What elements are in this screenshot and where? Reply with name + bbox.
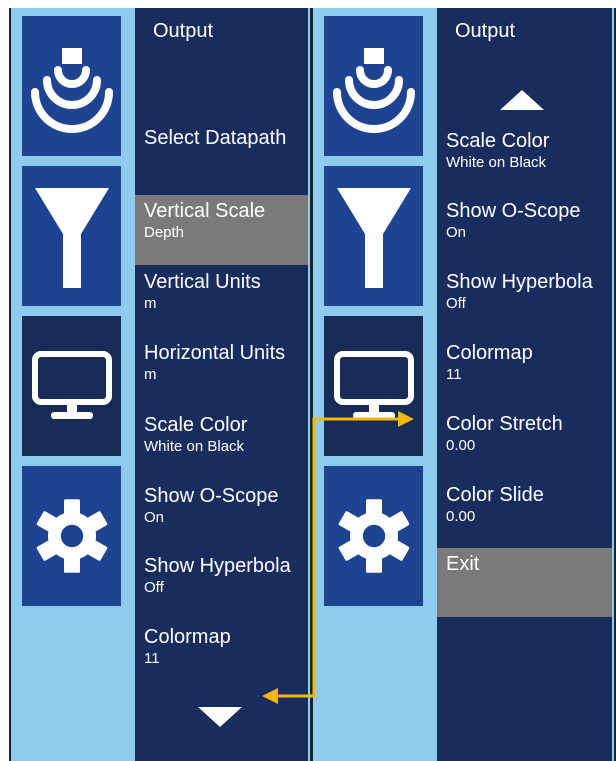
- menu-item-show-hyperbola[interactable]: Show Hyperbola Off: [135, 554, 308, 604]
- sidebar-tab-output[interactable]: [324, 316, 423, 456]
- menu-panel-left: Output Select Datapath Vertical Scale De…: [9, 8, 312, 761]
- antenna-waves-icon: [29, 36, 115, 136]
- sidebar-tab-acquisition[interactable]: [22, 16, 121, 156]
- filter-funnel-icon: [29, 176, 115, 296]
- menu-list-left: Output Select Datapath Vertical Scale De…: [135, 8, 308, 761]
- antenna-waves-icon: [331, 36, 417, 136]
- menu-item-vertical-units[interactable]: Vertical Units m: [135, 270, 308, 320]
- menu-item-show-o-scope[interactable]: Show O-Scope On: [437, 199, 612, 249]
- filter-funnel-icon: [331, 176, 417, 296]
- sidebar-tab-output[interactable]: [22, 316, 121, 456]
- monitor-icon: [27, 346, 117, 426]
- sidebar-tab-settings[interactable]: [324, 466, 423, 606]
- menu-panel-right: Output Scale Color White on Black Show O…: [311, 8, 616, 761]
- sidebar-tab-settings[interactable]: [22, 466, 121, 606]
- menu-item-scale-color[interactable]: Scale Color White on Black: [437, 129, 612, 179]
- scroll-up-arrow-icon[interactable]: [500, 90, 544, 110]
- scroll-down-arrow-icon[interactable]: [198, 707, 242, 727]
- sidebar-tab-processing[interactable]: [324, 166, 423, 306]
- menu-item-vertical-scale[interactable]: Vertical Scale Depth: [135, 195, 308, 265]
- menu-list-right: Output Scale Color White on Black Show O…: [437, 8, 612, 761]
- menu-title: Output: [455, 20, 516, 42]
- menu-item-scale-color[interactable]: Scale Color White on Black: [135, 413, 308, 463]
- menu-item-exit[interactable]: Exit: [437, 548, 612, 617]
- menu-title: Output: [153, 20, 214, 42]
- sidebar-tab-acquisition[interactable]: [324, 16, 423, 156]
- menu-item-show-o-scope[interactable]: Show O-Scope On: [135, 484, 308, 534]
- gear-icon: [32, 496, 112, 576]
- menu-item-horizontal-units[interactable]: Horizontal Units m: [135, 341, 308, 391]
- menu-item-color-slide[interactable]: Color Slide 0.00: [437, 483, 612, 533]
- menu-item-colormap[interactable]: Colormap 11: [437, 341, 612, 391]
- menu-item-colormap[interactable]: Colormap 11: [135, 625, 308, 675]
- menu-item-show-hyperbola[interactable]: Show Hyperbola Off: [437, 270, 612, 320]
- sidebar-tab-processing[interactable]: [22, 166, 121, 306]
- menu-item-color-stretch[interactable]: Color Stretch 0.00: [437, 412, 612, 462]
- menu-item-select-datapath[interactable]: Select Datapath: [135, 126, 308, 156]
- gear-icon: [334, 496, 414, 576]
- monitor-icon: [329, 346, 419, 426]
